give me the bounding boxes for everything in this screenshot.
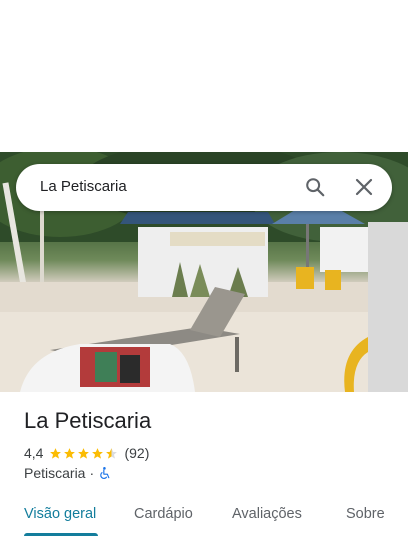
- separator: ·: [89, 465, 95, 481]
- wheelchair-icon: [100, 467, 110, 479]
- tab-menu[interactable]: Cardápio: [134, 506, 193, 522]
- star-icon: [50, 447, 62, 459]
- star-icon: [92, 447, 104, 459]
- place-title: La Petiscaria: [24, 408, 152, 433]
- search-icon[interactable]: [304, 176, 326, 198]
- tab-about[interactable]: Sobre: [346, 506, 385, 522]
- star-half-icon: [106, 447, 118, 459]
- search-bar[interactable]: La Petiscaria: [16, 164, 392, 211]
- category-row: Petiscaria ·: [24, 464, 112, 482]
- star-icon: [64, 447, 76, 459]
- rating-value: 4,4: [24, 445, 44, 461]
- place-category: Petiscaria: [24, 465, 86, 481]
- tab-overview[interactable]: Visão geral: [24, 506, 96, 522]
- close-icon[interactable]: [354, 177, 374, 197]
- review-count[interactable]: (92): [124, 445, 149, 461]
- search-input[interactable]: La Petiscaria: [40, 178, 127, 195]
- star-icon: [78, 447, 90, 459]
- active-tab-indicator: [24, 533, 98, 536]
- tab-reviews[interactable]: Avaliações: [232, 506, 302, 522]
- place-tabs: Visão geral Cardápio Avaliações Sobre: [0, 496, 408, 544]
- star-rating: [49, 447, 118, 460]
- rating-row[interactable]: 4,4 (92): [24, 444, 149, 462]
